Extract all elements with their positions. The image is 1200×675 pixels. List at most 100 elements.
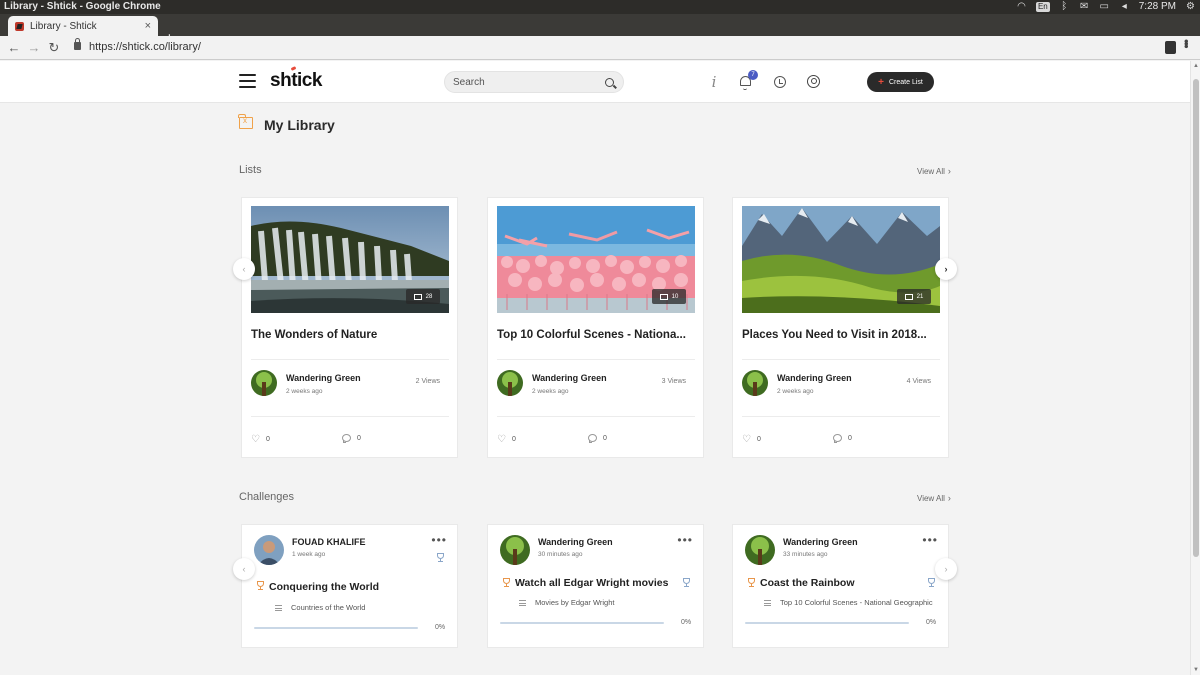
challenge-title[interactable]: Conquering the World bbox=[269, 581, 379, 593]
avatar[interactable] bbox=[742, 370, 768, 396]
battery-icon[interactable]: ▭ bbox=[1099, 0, 1110, 14]
view-count: 2 Views bbox=[415, 378, 440, 385]
shtick-logo[interactable]: shtick bbox=[270, 70, 322, 92]
image-count-badge: 28 bbox=[406, 289, 440, 304]
info-icon[interactable]: i bbox=[706, 74, 722, 90]
author-name[interactable]: Wandering Green bbox=[777, 373, 852, 383]
search-box bbox=[444, 71, 624, 93]
clock[interactable]: 7:28 PM bbox=[1139, 0, 1176, 14]
extension-icon[interactable] bbox=[1165, 41, 1176, 54]
avatar[interactable] bbox=[251, 370, 277, 396]
author-name[interactable]: FOUAD KHALIFE bbox=[292, 537, 366, 547]
trophy-icon bbox=[746, 578, 756, 588]
more-options-icon[interactable]: ••• bbox=[431, 533, 447, 547]
list-card-title[interactable]: The Wonders of Nature bbox=[251, 329, 449, 341]
comment-icon bbox=[342, 434, 351, 443]
more-options-icon[interactable]: ••• bbox=[677, 533, 693, 547]
scroll-thumb[interactable] bbox=[1193, 79, 1199, 557]
avatar[interactable] bbox=[497, 370, 523, 396]
plus-icon: + bbox=[878, 76, 884, 88]
language-indicator[interactable]: En bbox=[1035, 2, 1050, 12]
create-list-button[interactable]: + Create List bbox=[867, 72, 934, 92]
challenge-title[interactable]: Watch all Edgar Wright movies bbox=[515, 577, 668, 589]
notification-badge[interactable]: 7 bbox=[748, 70, 758, 80]
list-card[interactable]: 21 Places You Need to Visit in 2018... W… bbox=[732, 197, 949, 458]
tab-library[interactable]: Library - Shtick × bbox=[8, 16, 158, 36]
challenges-next-arrow-icon[interactable]: › bbox=[935, 558, 957, 580]
list-card-title[interactable]: Places You Need to Visit in 2018... bbox=[742, 329, 940, 341]
url-field[interactable]: https://shtick.co/library/ bbox=[89, 41, 201, 53]
author-name[interactable]: Wandering Green bbox=[538, 537, 613, 547]
divider bbox=[251, 416, 449, 417]
reload-button[interactable]: ↻ bbox=[46, 40, 62, 56]
search-icon[interactable] bbox=[605, 78, 614, 87]
gallery-icon bbox=[659, 293, 668, 300]
divider bbox=[742, 416, 940, 417]
trophy-icon[interactable] bbox=[435, 553, 445, 563]
os-top-bar: Library - Shtick - Google Chrome ◠ En ᛒ … bbox=[0, 0, 1200, 14]
lists-prev-arrow-icon[interactable]: ‹ bbox=[233, 258, 255, 280]
back-button[interactable]: ← bbox=[6, 40, 22, 56]
view-count: 3 Views bbox=[661, 378, 686, 385]
like-button[interactable]: ♡ 0 bbox=[251, 434, 270, 445]
lock-icon[interactable] bbox=[74, 38, 81, 50]
like-button[interactable]: ♡ 0 bbox=[742, 434, 761, 445]
like-button[interactable]: ♡ 0 bbox=[497, 434, 516, 445]
trophy-icon bbox=[501, 578, 511, 588]
browser-menu-icon[interactable]: ••• bbox=[1179, 39, 1194, 47]
challenge-list-link[interactable]: Countries of the World bbox=[275, 603, 365, 612]
tab-close-icon[interactable]: × bbox=[145, 20, 151, 32]
author-name[interactable]: Wandering Green bbox=[783, 537, 858, 547]
bluetooth-icon[interactable]: ᛒ bbox=[1059, 0, 1070, 14]
challenge-list-link[interactable]: Top 10 Colorful Scenes - National Geogra… bbox=[764, 598, 933, 607]
progress-percent: 0% bbox=[681, 619, 692, 626]
comment-button[interactable]: 0 bbox=[342, 434, 361, 443]
scroll-up-arrow-icon[interactable]: ▲ bbox=[1193, 63, 1199, 69]
challenges-section-title: Challenges bbox=[239, 491, 295, 503]
post-time: 2 weeks ago bbox=[286, 388, 323, 395]
lists-view-all-link[interactable]: View All › bbox=[917, 166, 951, 176]
comment-button[interactable]: 0 bbox=[833, 434, 852, 443]
list-card[interactable]: 10 Top 10 Colorful Scenes - Nationa... W… bbox=[487, 197, 704, 458]
wifi-icon[interactable]: ◠ bbox=[1016, 0, 1027, 14]
create-list-label: Create List bbox=[888, 78, 923, 86]
forward-button[interactable]: → bbox=[26, 40, 42, 56]
settings-gear-icon[interactable]: ⚙ bbox=[1185, 0, 1196, 14]
trophy-icon[interactable] bbox=[681, 578, 691, 588]
alarm-clock-icon[interactable] bbox=[772, 74, 788, 90]
challenges-view-all-link[interactable]: View All › bbox=[917, 493, 951, 503]
more-options-icon[interactable]: ••• bbox=[922, 533, 938, 547]
challenges-prev-arrow-icon[interactable]: ‹ bbox=[233, 558, 255, 580]
author-name[interactable]: Wandering Green bbox=[532, 373, 607, 383]
mail-icon[interactable]: ✉ bbox=[1079, 0, 1090, 14]
challenge-card[interactable]: Wandering Green 30 minutes ago ••• Watch… bbox=[487, 524, 704, 648]
hamburger-menu-icon[interactable] bbox=[239, 74, 256, 88]
avatar[interactable] bbox=[254, 535, 284, 565]
lists-next-arrow-icon[interactable]: › bbox=[935, 258, 957, 280]
library-icon bbox=[238, 114, 253, 129]
gallery-icon bbox=[413, 293, 422, 300]
trophy-icon[interactable] bbox=[926, 578, 936, 588]
list-icon bbox=[275, 604, 282, 611]
heart-icon: ♡ bbox=[742, 434, 751, 445]
page-scrollbar[interactable]: ▲ ▼ bbox=[1190, 61, 1200, 675]
search-input[interactable] bbox=[453, 75, 598, 90]
list-card[interactable]: 28 The Wonders of Nature Wandering Green… bbox=[241, 197, 458, 458]
avatar[interactable] bbox=[500, 535, 530, 565]
chevron-right-icon: › bbox=[947, 493, 951, 503]
list-card-title[interactable]: Top 10 Colorful Scenes - Nationa... bbox=[497, 329, 695, 341]
user-account-icon[interactable] bbox=[806, 74, 822, 90]
scroll-down-arrow-icon[interactable]: ▼ bbox=[1193, 667, 1199, 673]
challenge-card[interactable]: FOUAD KHALIFE 1 week ago ••• Conquering … bbox=[241, 524, 458, 648]
volume-icon[interactable]: ◂ bbox=[1119, 0, 1130, 14]
avatar[interactable] bbox=[745, 535, 775, 565]
comment-button[interactable]: 0 bbox=[588, 434, 607, 443]
challenge-list-link[interactable]: Movies by Edgar Wright bbox=[519, 598, 614, 607]
heart-icon: ♡ bbox=[497, 434, 506, 445]
waterfall-image[interactable]: 28 bbox=[251, 206, 449, 313]
challenge-card[interactable]: Wandering Green 33 minutes ago ••• Coast… bbox=[732, 524, 949, 648]
mountain-image[interactable]: 21 bbox=[742, 206, 940, 313]
author-name[interactable]: Wandering Green bbox=[286, 373, 361, 383]
flamingo-image[interactable]: 10 bbox=[497, 206, 695, 313]
challenge-title[interactable]: Coast the Rainbow bbox=[760, 577, 855, 589]
